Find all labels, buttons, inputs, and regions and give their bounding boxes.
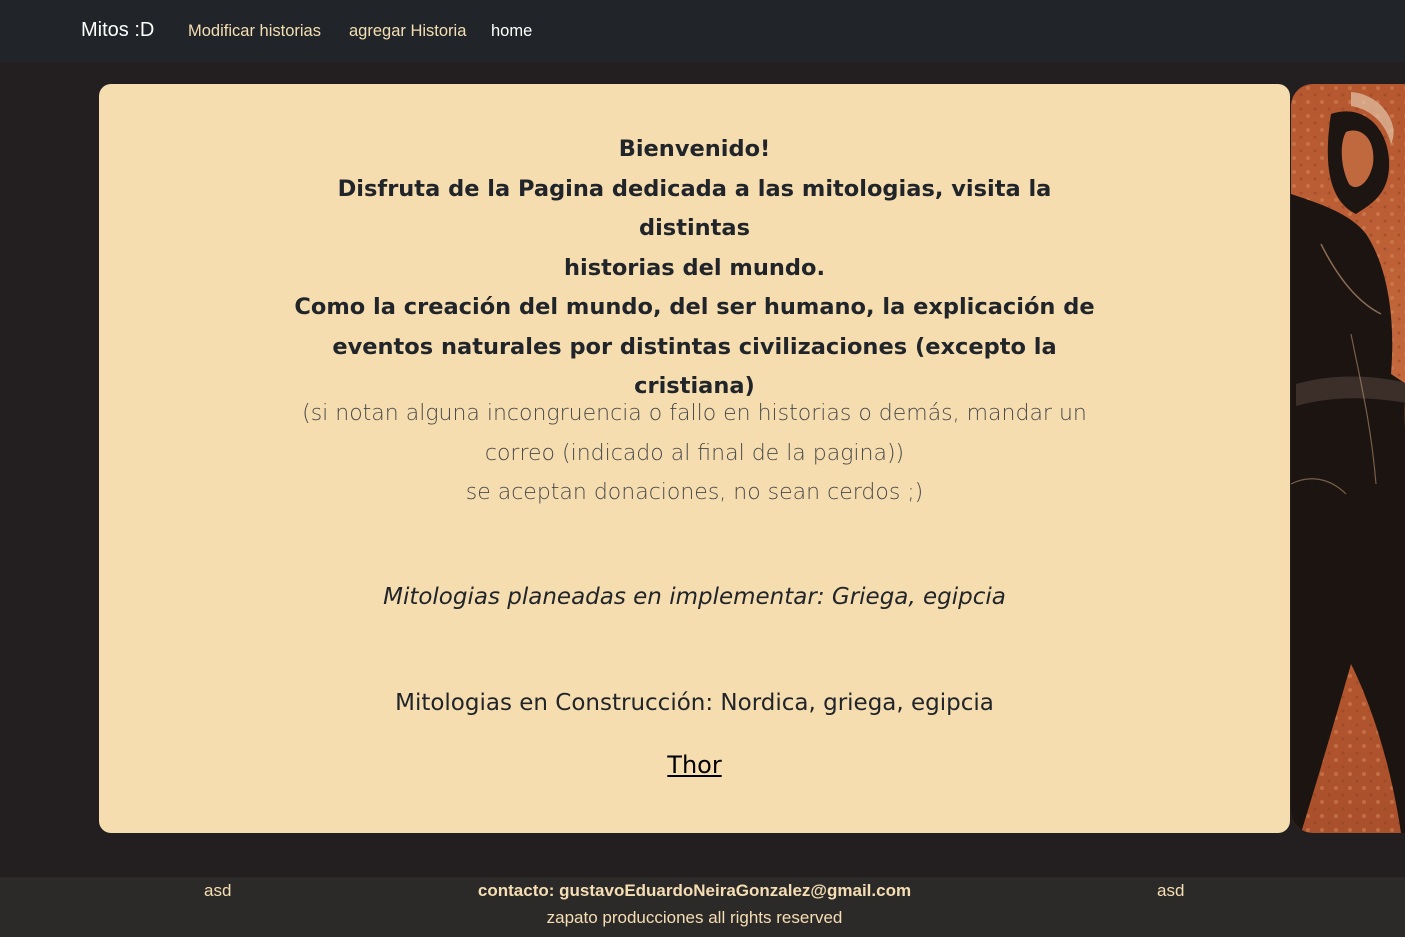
mythologies-under-construction: Mitologias en Construcción: Nordica, gri… [395,690,994,716]
note-line: (si notan alguna incongruencia o fallo e… [302,401,1087,426]
brand-link[interactable]: Mitos :D [81,19,154,42]
welcome-message: Bienvenido! Disfruta de la Pagina dedica… [279,130,1110,407]
feedback-note: (si notan alguna incongruencia o fallo e… [279,394,1110,513]
nav-link-modificar-historias[interactable]: Modificar historias [188,22,321,41]
footer-right-text: asd [1157,881,1185,900]
welcome-line: Como la creación del mundo, del ser huma… [294,294,1095,320]
nav-link-agregar-historia[interactable]: agregar Historia [349,22,466,41]
thor-link[interactable]: Thor [639,746,750,784]
planned-mythologies: Mitologias planeadas en implementar: Gri… [383,584,1006,610]
greek-warrior-icon [1291,84,1405,833]
footer-copyright: zapato producciones all rights reserved [546,908,843,927]
navbar: Mitos :D Modificar historias agregar His… [0,0,1405,62]
welcome-line: historias del mundo. [563,254,826,281]
footer: asd contacto: gustavoEduardoNeiraGonzale… [0,877,1405,937]
welcome-card: Bienvenido! Disfruta de la Pagina dedica… [99,84,1290,833]
welcome-title: Bienvenido! [618,136,771,162]
welcome-line: Disfruta de la Pagina dedicada a las mit… [337,175,1052,242]
note-line: se aceptan donaciones, no sean cerdos ;) [465,480,924,505]
greek-warrior-illustration [1291,84,1405,833]
note-line: correo (indicado al final de la pagina)) [484,440,905,466]
nav-link-home[interactable]: home [491,22,532,41]
